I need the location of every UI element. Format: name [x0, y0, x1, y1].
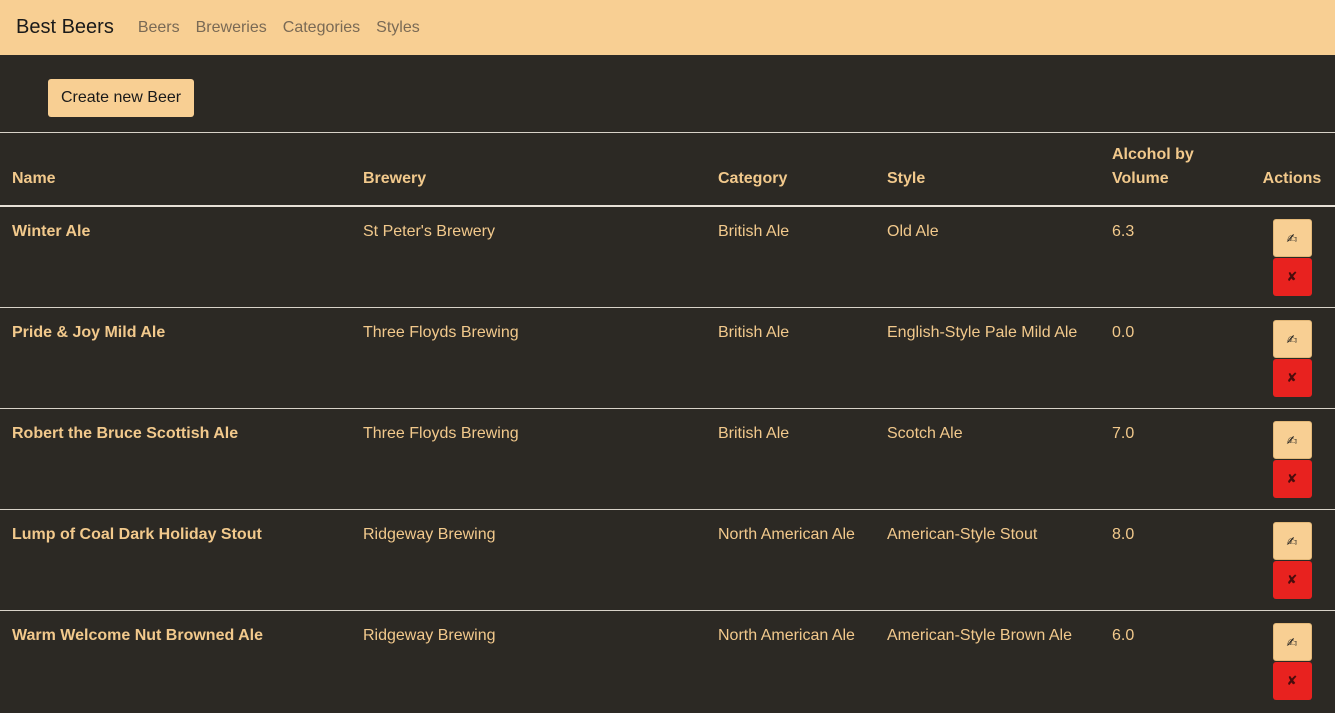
beer-style: Old Ale [875, 206, 1100, 308]
delete-icon[interactable]: ✘ [1272, 258, 1312, 296]
nav-link-breweries[interactable]: Breweries [196, 19, 267, 37]
table-row: Robert the Bruce Scottish Ale Three Floy… [0, 408, 1335, 510]
row-actions: ✍ ✘ [1249, 610, 1335, 712]
table-row: Lump of Coal Dark Holiday Stout Ridgeway… [0, 509, 1335, 611]
beer-style: Scotch Ale [875, 408, 1100, 510]
beer-abv: 6.0 [1112, 626, 1135, 644]
beer-name: Winter Ale [0, 206, 351, 308]
column-header-brewery: Brewery [351, 133, 706, 207]
column-header-abv: Alcohol by Volume [1100, 133, 1249, 207]
beer-name: Lump of Coal Dark Holiday Stout [0, 509, 351, 611]
edit-icon[interactable]: ✍ [1272, 319, 1312, 358]
row-actions: ✍ ✘ [1249, 206, 1335, 308]
edit-icon[interactable]: ✍ [1272, 622, 1312, 661]
row-actions: ✍ ✘ [1249, 509, 1335, 611]
beer-abv: 6.3 [1100, 206, 1249, 308]
beer-abv: 0.0 [1100, 307, 1249, 409]
beers-table: Name Brewery Category Style Alcohol by V… [0, 133, 1335, 712]
beer-style: American-Style Brown Ale [887, 626, 1072, 644]
beer-category: British Ale [706, 408, 875, 510]
edit-icon[interactable]: ✍ [1272, 420, 1312, 459]
table-header-row: Name Brewery Category Style Alcohol by V… [0, 133, 1335, 207]
top-navbar: Best Beers Beers Breweries Categories St… [0, 0, 1335, 55]
brand-link[interactable]: Best Beers [16, 16, 114, 39]
delete-icon[interactable]: ✘ [1272, 358, 1312, 397]
nav-link-styles[interactable]: Styles [376, 19, 420, 37]
beer-name: Pride & Joy Mild Ale [0, 307, 351, 409]
delete-icon[interactable]: ✘ [1272, 560, 1312, 599]
beer-style: English-Style Pale Mild Ale [875, 307, 1100, 409]
beer-category: North American Ale [718, 626, 855, 644]
column-header-name: Name [0, 133, 351, 207]
beer-name: Robert the Bruce Scottish Ale [0, 408, 351, 510]
beer-brewery: Three Floyds Brewing [351, 408, 706, 510]
beer-brewery: St Peter's Brewery [351, 206, 706, 308]
table-row: Winter Ale St Peter's Brewery British Al… [0, 206, 1335, 308]
beer-category: British Ale [706, 307, 875, 409]
beer-brewery: Ridgeway Brewing [351, 509, 706, 611]
table-row: Pride & Joy Mild Ale Three Floyds Brewin… [0, 307, 1335, 409]
nav-link-beers[interactable]: Beers [138, 19, 180, 37]
toolbar: Create new Beer [0, 55, 1335, 133]
delete-icon[interactable]: ✘ [1272, 661, 1312, 700]
beer-name: Warm Welcome Nut Browned Ale [12, 626, 263, 644]
column-header-actions: Actions [1249, 133, 1335, 207]
beer-abv: 8.0 [1100, 509, 1249, 611]
beer-style: American-Style Stout [875, 509, 1100, 611]
edit-icon[interactable]: ✍ [1272, 521, 1312, 560]
delete-icon[interactable]: ✘ [1272, 459, 1312, 498]
beer-category: North American Ale [706, 509, 875, 611]
create-beer-button[interactable]: Create new Beer [48, 79, 195, 117]
row-actions: ✍ ✘ [1249, 307, 1335, 409]
beer-brewery: Three Floyds Brewing [351, 307, 706, 409]
column-header-category: Category [706, 133, 875, 207]
column-header-style: Style [875, 133, 1100, 207]
beer-brewery: Ridgeway Brewing [363, 626, 496, 644]
edit-icon[interactable]: ✍ [1272, 219, 1312, 257]
table-row: Warm Welcome Nut Browned Ale Ridgeway Br… [0, 610, 1335, 712]
beer-category: British Ale [706, 206, 875, 308]
nav-link-categories[interactable]: Categories [283, 19, 360, 37]
beer-abv: 7.0 [1100, 408, 1249, 510]
row-actions: ✍ ✘ [1249, 408, 1335, 510]
